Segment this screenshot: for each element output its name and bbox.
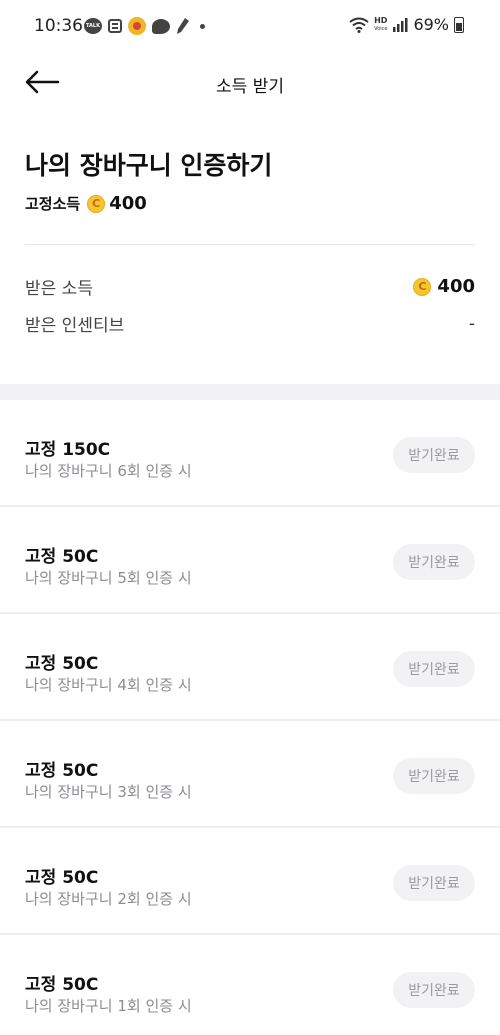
mission-title: 나의 장바구니 인증하기 xyxy=(25,151,273,180)
divider xyxy=(25,244,475,245)
coin-icon: C xyxy=(413,277,432,296)
fixed-income-row: 고정소득 C 400 xyxy=(25,193,147,214)
signal-icon xyxy=(393,18,408,32)
received-income-label: 받은 소득 xyxy=(25,279,93,299)
status-bar: 10:36 TALK HD Voice 69% xyxy=(0,0,500,54)
fixed-income-label: 고정소득 xyxy=(25,195,81,213)
received-income-value: 400 xyxy=(437,276,475,297)
app-header: 소득 받기 xyxy=(0,54,500,112)
hd-voice-icon: HD Voice xyxy=(374,15,388,33)
received-complete-button[interactable]: 받기완료 xyxy=(393,544,475,580)
section-separator xyxy=(0,384,500,400)
battery-icon xyxy=(454,16,464,33)
wifi-icon xyxy=(349,17,369,33)
received-incentive-label: 받은 인센티브 xyxy=(25,316,125,336)
reward-item: 고정 50C 나의 장바구니 4회 인증 시 받기완료 xyxy=(0,614,500,721)
reward-item: 고정 50C 나의 장바구니 2회 인증 시 받기완료 xyxy=(0,828,500,935)
notification-icons: TALK xyxy=(84,17,205,35)
reward-condition: 나의 장바구니 3회 인증 시 xyxy=(25,783,192,801)
page-title: 소득 받기 xyxy=(216,77,284,97)
received-income-row: 받은 소득 C 400 xyxy=(25,274,475,299)
received-complete-button[interactable]: 받기완료 xyxy=(393,758,475,794)
app-notification-icon xyxy=(108,19,122,33)
reward-title: 고정 50C xyxy=(25,654,99,674)
more-notifications-dot xyxy=(200,23,205,29)
reward-item: 고정 50C 나의 장바구니 5회 인증 시 받기완료 xyxy=(0,507,500,614)
reward-title: 고정 50C xyxy=(25,547,99,567)
reward-title: 고정 50C xyxy=(25,761,99,781)
received-income-value-wrap: C 400 xyxy=(413,276,475,297)
reward-item: 고정 50C 나의 장바구니 1회 인증 시 받기완료 xyxy=(0,935,500,1035)
reward-title: 고정 150C xyxy=(25,440,111,460)
reward-title: 고정 50C xyxy=(25,975,99,995)
fixed-income-value: 400 xyxy=(109,193,147,214)
received-complete-button[interactable]: 받기완료 xyxy=(393,865,475,901)
battery-percent: 69% xyxy=(413,15,449,34)
reward-condition: 나의 장바구니 5회 인증 시 xyxy=(25,569,192,587)
coin-icon: C xyxy=(87,194,106,213)
reward-condition: 나의 장바구니 1회 인증 시 xyxy=(25,997,192,1015)
received-complete-button[interactable]: 받기완료 xyxy=(393,651,475,687)
reward-condition: 나의 장바구니 4회 인증 시 xyxy=(25,676,192,694)
received-complete-button[interactable]: 받기완료 xyxy=(393,972,475,1008)
system-status-icons: HD Voice 69% xyxy=(349,15,464,34)
pen-icon xyxy=(177,18,189,34)
hd-text: HD xyxy=(374,15,388,25)
received-incentive-value: - xyxy=(468,313,475,334)
reward-item: 고정 150C 나의 장바구니 6회 인증 시 받기완료 xyxy=(0,400,500,507)
app-badge-icon xyxy=(128,17,146,35)
kakaotalk-icon: TALK xyxy=(84,18,102,34)
status-time: 10:36 xyxy=(34,16,83,36)
reward-title: 고정 50C xyxy=(25,868,99,888)
chat-icon xyxy=(152,18,170,34)
reward-condition: 나의 장바구니 6회 인증 시 xyxy=(25,462,192,480)
voice-text: Voice xyxy=(374,25,388,32)
reward-item: 고정 50C 나의 장바구니 3회 인증 시 받기완료 xyxy=(0,721,500,828)
reward-condition: 나의 장바구니 2회 인증 시 xyxy=(25,890,192,908)
received-incentive-row: 받은 인센티브 - xyxy=(25,311,475,337)
received-complete-button[interactable]: 받기완료 xyxy=(393,437,475,473)
reward-list: 고정 150C 나의 장바구니 6회 인증 시 받기완료 고정 50C 나의 장… xyxy=(0,400,500,1035)
